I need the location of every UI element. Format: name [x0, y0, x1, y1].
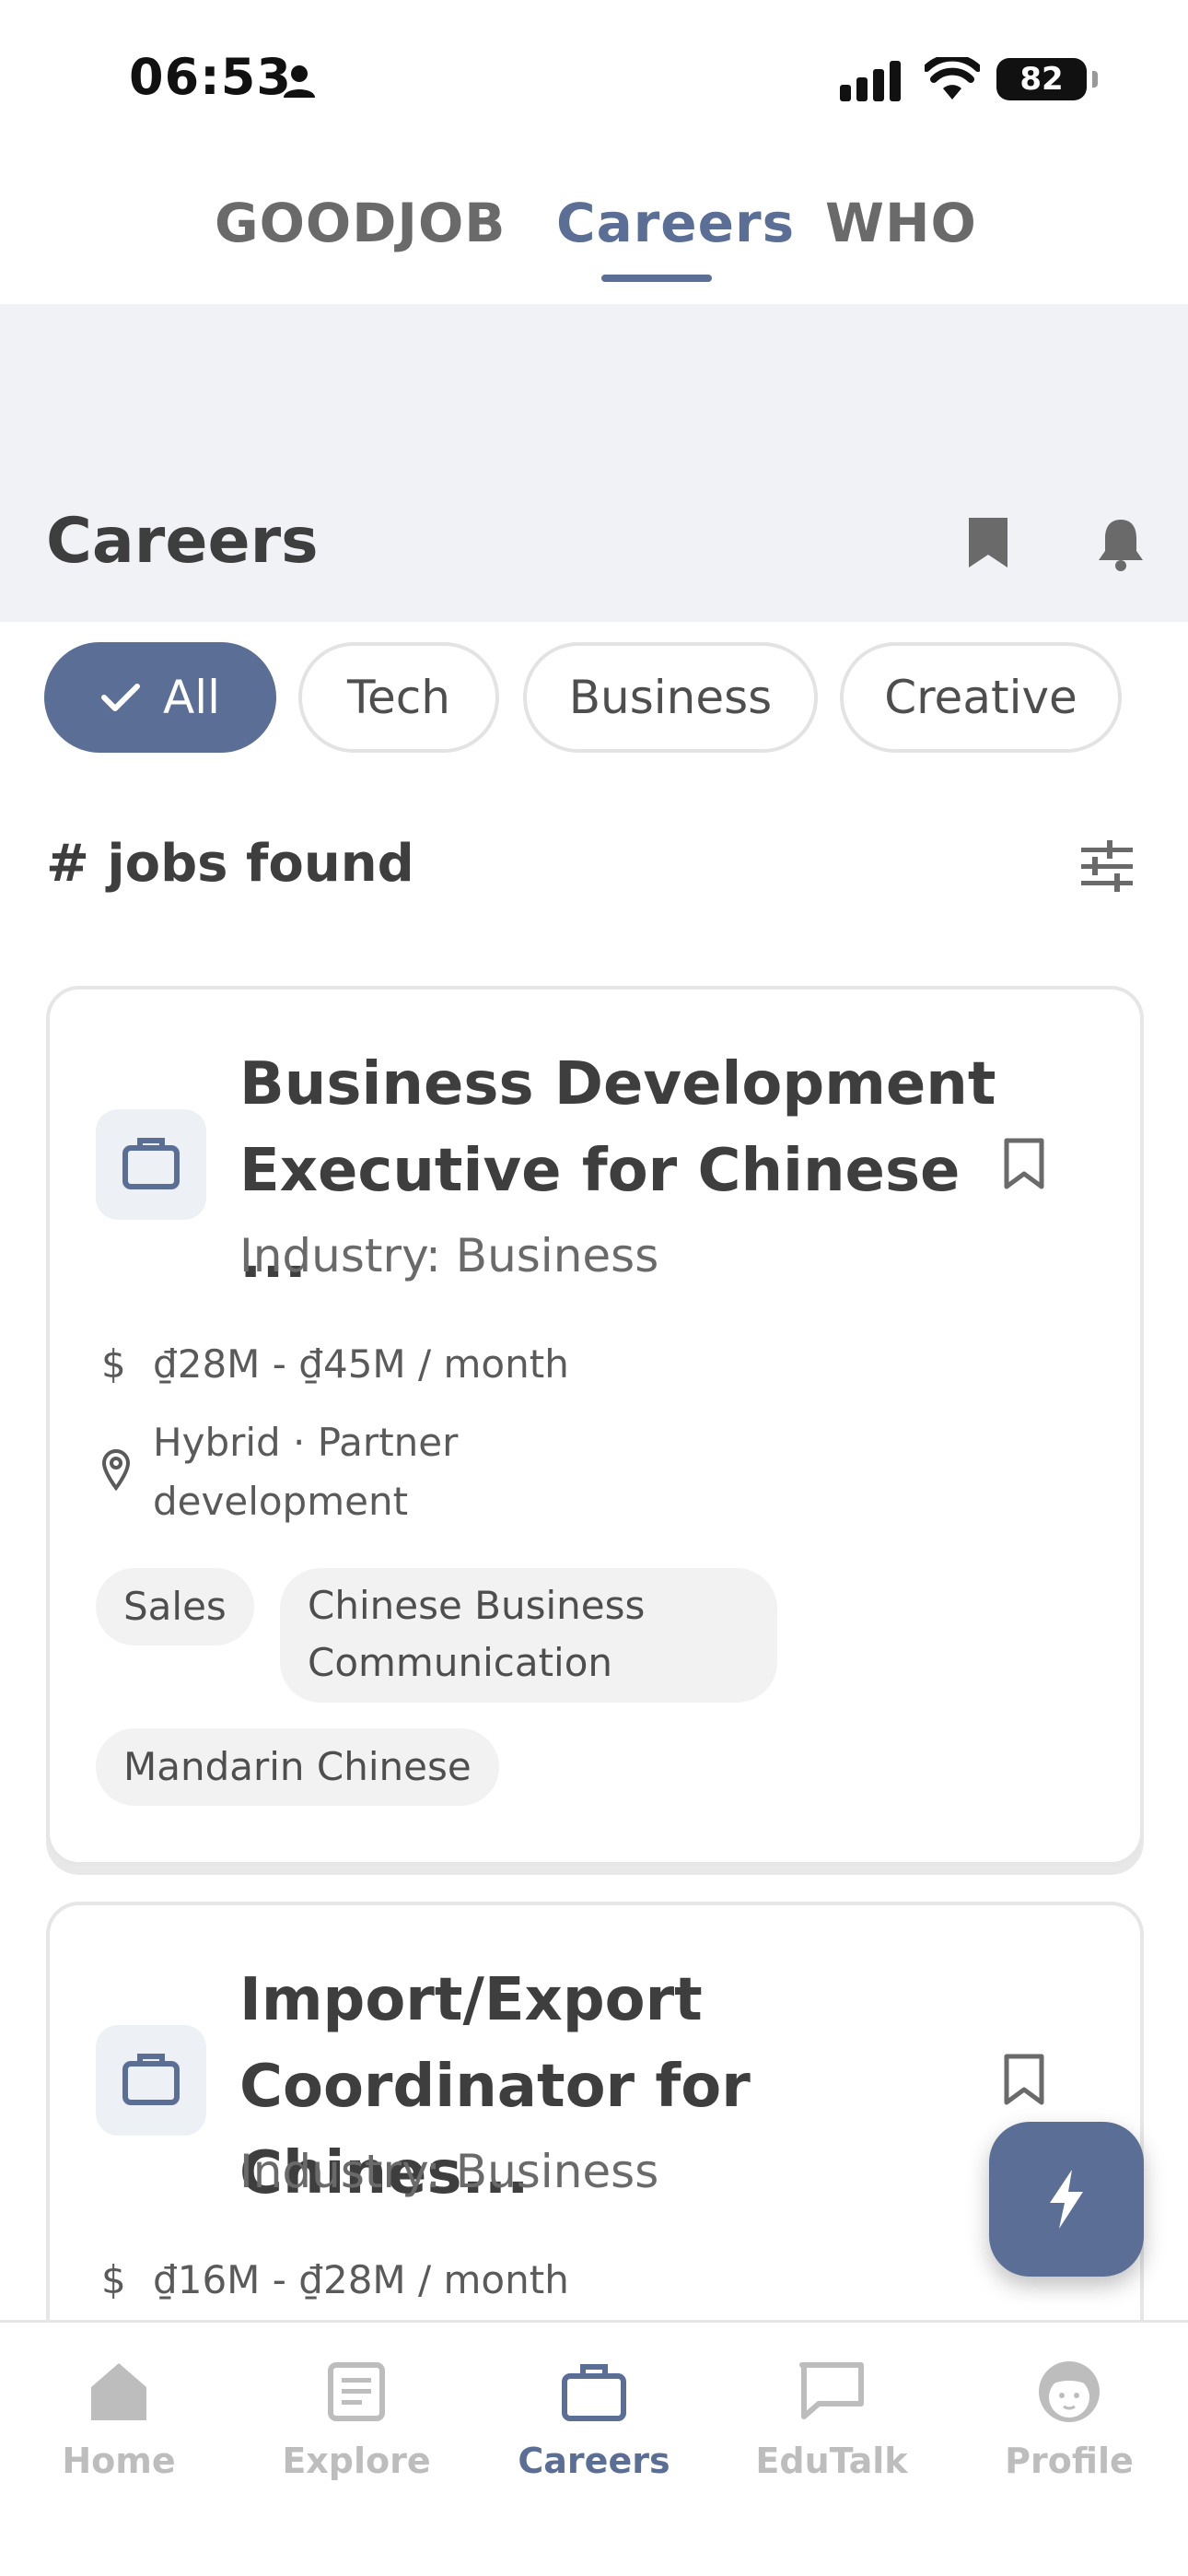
- job-card[interactable]: Business Development Executive for Chine…: [46, 986, 1144, 1866]
- skill-tag-line-1: Chinese Business: [308, 1583, 646, 1628]
- tab-who[interactable]: WHO: [825, 192, 977, 254]
- tab-careers[interactable]: Careers: [556, 192, 795, 254]
- chip-creative[interactable]: Creative: [840, 642, 1122, 753]
- save-job-bookmark-icon[interactable]: [1003, 1137, 1045, 1190]
- nav-label: Careers: [518, 2441, 670, 2481]
- profile-avatar-icon: [1039, 2361, 1100, 2422]
- briefcase-icon: [122, 2054, 180, 2105]
- location-pin-icon: [101, 1449, 131, 1491]
- nav-home[interactable]: Home: [27, 2350, 211, 2481]
- saved-jobs-bookmark-icon[interactable]: [967, 516, 1009, 569]
- nav-explore[interactable]: Explore: [264, 2350, 448, 2481]
- nav-label: EduTalk: [755, 2441, 908, 2481]
- nav-label: Explore: [282, 2441, 431, 2481]
- job-title-line-1: Business Development: [239, 1050, 996, 1118]
- person-icon: [284, 65, 315, 98]
- nav-label: Profile: [1005, 2441, 1134, 2481]
- nav-label: Home: [62, 2441, 176, 2481]
- briefcase-icon: [562, 2364, 626, 2421]
- home-icon: [91, 2363, 146, 2420]
- job-industry: Industry: Business: [239, 1229, 659, 1282]
- status-time: 06:53: [129, 48, 292, 106]
- active-tab-indicator: [601, 275, 712, 282]
- nav-careers[interactable]: Careers: [502, 2350, 686, 2481]
- page-header: Careers: [0, 304, 1188, 622]
- nav-profile[interactable]: Profile: [977, 2350, 1161, 2481]
- save-job-bookmark-icon[interactable]: [1003, 2053, 1045, 2106]
- top-nav: GOODJOB Careers WHO: [0, 161, 1188, 304]
- briefcase-icon: [122, 1138, 180, 1189]
- chip-label: All: [163, 671, 220, 724]
- chat-bubble-icon: [799, 2362, 864, 2419]
- chip-all[interactable]: All: [44, 642, 276, 753]
- dollar-icon: $: [101, 2257, 126, 2302]
- salary-text: ₫28M - ₫45M / month: [153, 1341, 569, 1387]
- skill-tag: Chinese Business Communication: [280, 1568, 777, 1703]
- tab-goodjob[interactable]: GOODJOB: [215, 192, 506, 254]
- status-bar: 06:53 82: [0, 0, 1188, 161]
- chip-tech[interactable]: Tech: [298, 642, 499, 753]
- bottom-nav: Home Explore Careers EduTalk Profile: [0, 2320, 1188, 2576]
- lightning-icon: [1050, 2170, 1083, 2229]
- job-icon-box: [96, 1109, 206, 1220]
- skill-tag: Mandarin Chinese: [96, 1728, 499, 1806]
- signal-icon: [840, 61, 901, 101]
- location-line-2: development: [153, 1479, 409, 1524]
- dollar-icon: $: [101, 1341, 126, 1387]
- page-title: Careers: [46, 505, 319, 578]
- location-line-1: Hybrid · Partner: [153, 1420, 459, 1465]
- chip-business[interactable]: Business: [523, 642, 818, 753]
- job-card[interactable]: Import/Export Coordinator for Chines... …: [46, 1902, 1144, 2381]
- nav-edutalk[interactable]: EduTalk: [740, 2350, 924, 2481]
- battery-indicator: 82: [996, 58, 1098, 100]
- check-icon: [101, 683, 140, 711]
- job-industry: Industry: Business: [239, 2145, 659, 2198]
- job-icon-box: [96, 2025, 206, 2136]
- job-title-line-1: Import/Export: [239, 1966, 703, 2034]
- wifi-icon: [925, 57, 980, 100]
- salary-text: ₫16M - ₫28M / month: [153, 2257, 569, 2302]
- document-icon: [328, 2362, 385, 2421]
- skill-tag: Sales: [96, 1568, 254, 1645]
- filter-sliders-icon[interactable]: [1079, 840, 1135, 892]
- quick-action-button[interactable]: [989, 2122, 1144, 2277]
- jobs-found-count: # jobs found: [46, 834, 414, 894]
- notifications-bell-icon[interactable]: [1096, 516, 1146, 571]
- skill-tag-line-2: Communication: [308, 1640, 613, 1685]
